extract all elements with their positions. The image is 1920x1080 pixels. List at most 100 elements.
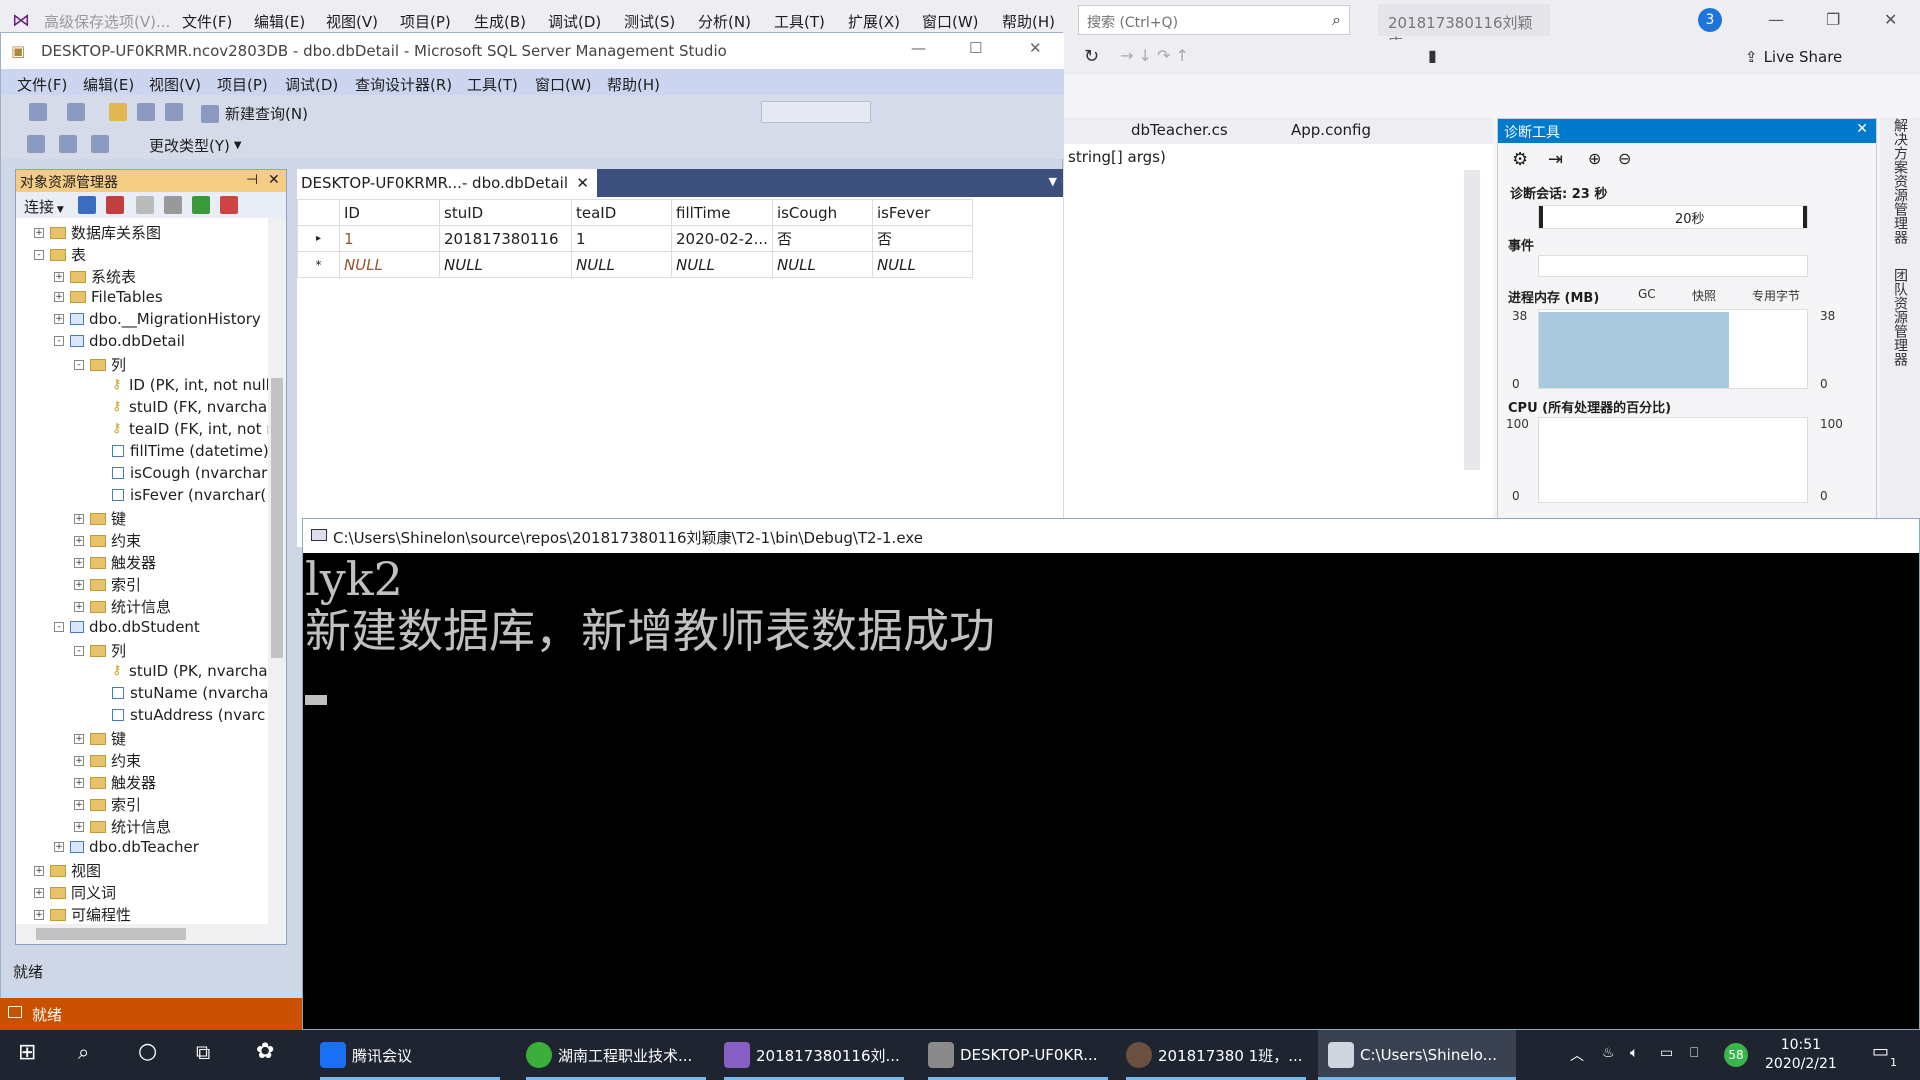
expand-icon[interactable]: +	[34, 887, 44, 898]
close-icon[interactable]: ✕	[268, 172, 280, 188]
tree-item[interactable]: + 统计信息	[74, 816, 171, 837]
collapse-icon[interactable]: -	[74, 359, 84, 370]
table-row[interactable]: ▸ 1 201817380116 1 2020-02-2... 否 否	[297, 225, 973, 252]
diag-timeline[interactable]: 20秒	[1538, 205, 1808, 229]
results-grid[interactable]: ID stuID teaID fillTime isCough isFever …	[297, 197, 1063, 547]
new-query-button[interactable]: 新建查询(N)	[201, 103, 308, 124]
column-header[interactable]: ID	[339, 199, 440, 226]
console-window[interactable]: C:\Users\Shinelon\source\repos\201817380…	[302, 518, 1920, 1030]
restore-icon[interactable]: ❐	[1826, 10, 1840, 29]
cell[interactable]: NULL	[571, 251, 672, 278]
ssms-menu-project[interactable]: 项目(P)	[217, 74, 268, 95]
connect-server-icon[interactable]	[78, 196, 96, 214]
tree-item[interactable]: ⚷ ID (PK, int, not null)	[112, 376, 268, 394]
vs-menu-edit[interactable]: 编辑(E)	[254, 11, 305, 32]
tree-item[interactable]: + dbo.dbTeacher	[54, 838, 199, 856]
cell[interactable]: NULL	[771, 251, 873, 278]
ssms-menu-tools[interactable]: 工具(T)	[467, 74, 518, 95]
tree-item[interactable]: + 统计信息	[74, 596, 171, 617]
timeline-end-handle[interactable]	[1803, 206, 1807, 228]
vs-menu-debug[interactable]: 调试(D)	[548, 11, 601, 32]
solution-config-dropdown[interactable]	[761, 101, 871, 123]
stop-icon[interactable]	[136, 196, 154, 214]
expand-icon[interactable]: +	[74, 557, 84, 568]
tree-item[interactable]: isFever (nvarchar(	[112, 486, 266, 504]
vs-menu-extensions[interactable]: 扩展(X)	[848, 11, 900, 32]
tree-item[interactable]: -表	[34, 244, 86, 265]
refresh-icon[interactable]	[192, 196, 210, 214]
row-selector-arrow-icon[interactable]: ▸	[297, 225, 340, 252]
vs-menu-file[interactable]: 文件(F)	[182, 11, 232, 32]
search-icon[interactable]: ⌕	[78, 1040, 89, 1064]
solution-explorer-tab[interactable]: 解决方案资源管理器	[1890, 118, 1910, 244]
activity-monitor-icon[interactable]	[220, 196, 238, 214]
tree-item[interactable]: + 视图	[34, 860, 101, 881]
bookmark-icon[interactable]: ▮	[1428, 46, 1437, 65]
tree-item[interactable]: + 同义词	[34, 882, 116, 903]
sql-icon[interactable]	[91, 135, 109, 153]
tree-vertical-scrollbar[interactable]	[268, 218, 286, 924]
scroll-thumb[interactable]	[271, 378, 283, 658]
save-icon[interactable]	[137, 103, 155, 121]
live-share-button[interactable]: ⇪ Live Share	[1745, 48, 1842, 66]
tree-item[interactable]: -列	[74, 354, 126, 375]
team-explorer-tab[interactable]: 团队资源管理器	[1890, 268, 1910, 366]
tree-item[interactable]: + 索引	[74, 574, 141, 595]
tab-dbteacher[interactable]: dbTeacher.cs	[1131, 121, 1228, 139]
ssms-menu-debug[interactable]: 调试(D)	[285, 74, 338, 95]
change-type-dropdown[interactable]: 更改类型(Y) ▼	[149, 135, 242, 156]
ssms-menu-query-designer[interactable]: 查询设计器(R)	[355, 74, 452, 95]
tray-app-icon[interactable]: ♨	[1602, 1045, 1615, 1061]
taskbar-app-browser[interactable]: 湖南工程职业技术...	[526, 1042, 692, 1068]
ssms-menu-file[interactable]: 文件(F)	[17, 74, 67, 95]
cell[interactable]: NULL	[339, 251, 440, 278]
expand-icon[interactable]: +	[74, 535, 84, 546]
notification-center-icon[interactable]: ▭	[1872, 1041, 1889, 1062]
step-icon[interactable]: → ↓ ↷ ↑	[1120, 46, 1189, 65]
expand-icon[interactable]: +	[34, 865, 44, 876]
ssms-menu-help[interactable]: 帮助(H)	[607, 74, 660, 95]
taskbar-app-console[interactable]: C:\Users\Shinelo...	[1328, 1042, 1497, 1068]
expand-icon[interactable]: +	[34, 909, 44, 920]
expand-icon[interactable]: +	[34, 227, 44, 238]
expand-icon[interactable]: +	[74, 777, 84, 788]
tree-item[interactable]: + 键	[74, 508, 126, 529]
collapse-icon[interactable]: -	[54, 622, 64, 632]
expand-icon[interactable]: +	[74, 513, 84, 524]
notification-badge[interactable]: 3	[1698, 8, 1722, 32]
tree-item[interactable]: - dbo.dbDetail	[54, 332, 185, 350]
table-row[interactable]: * NULL NULL NULL NULL NULL NULL	[297, 251, 973, 278]
save-all-icon[interactable]	[165, 103, 183, 121]
code-editor[interactable]: string[] args)	[1063, 144, 1493, 519]
minimize-icon[interactable]: —	[1768, 10, 1784, 29]
tab-app-config[interactable]: App.config	[1291, 121, 1371, 139]
tree-item[interactable]: + 触发器	[74, 552, 156, 573]
tree-item[interactable]: stuAddress (nvarc	[112, 706, 265, 724]
cell[interactable]: 否	[871, 225, 973, 252]
tree-item[interactable]: + 索引	[74, 794, 141, 815]
connect-button[interactable]: 连接 ▼	[24, 196, 64, 217]
cell[interactable]: 1	[339, 225, 440, 252]
close-icon[interactable]: ✕	[1029, 39, 1042, 57]
close-icon[interactable]: ✕	[1884, 10, 1897, 29]
timeline-start-handle[interactable]	[1539, 206, 1543, 228]
vs-menu-project[interactable]: 项目(P)	[400, 11, 451, 32]
cell[interactable]: 2020-02-2...	[671, 225, 773, 252]
vs-menu-help[interactable]: 帮助(H)	[1002, 11, 1055, 32]
expand-icon[interactable]: +	[54, 314, 64, 324]
chevron-down-icon[interactable]: ▼	[1049, 175, 1057, 188]
refresh-icon[interactable]: ↻	[1084, 46, 1099, 67]
cell[interactable]: NULL	[671, 251, 773, 278]
expand-icon[interactable]: +	[74, 821, 84, 832]
gear-icon[interactable]: ⚙	[1512, 149, 1528, 170]
tree-item[interactable]: + 触发器	[74, 772, 156, 793]
filter-icon[interactable]	[164, 196, 182, 214]
tree-item[interactable]: isCough (nvarchar)	[112, 464, 268, 482]
zoom-out-icon[interactable]: ⊖	[1618, 149, 1631, 168]
data-table[interactable]: ID stuID teaID fillTime isCough isFever …	[297, 199, 973, 278]
cortana-icon[interactable]: ○	[138, 1039, 157, 1064]
expand-icon[interactable]: +	[74, 601, 84, 612]
zoom-in-icon[interactable]: ⊕	[1588, 149, 1601, 168]
tree-item[interactable]: + 数据库关系图	[34, 222, 161, 243]
task-view-icon[interactable]: ⧉	[196, 1040, 210, 1064]
